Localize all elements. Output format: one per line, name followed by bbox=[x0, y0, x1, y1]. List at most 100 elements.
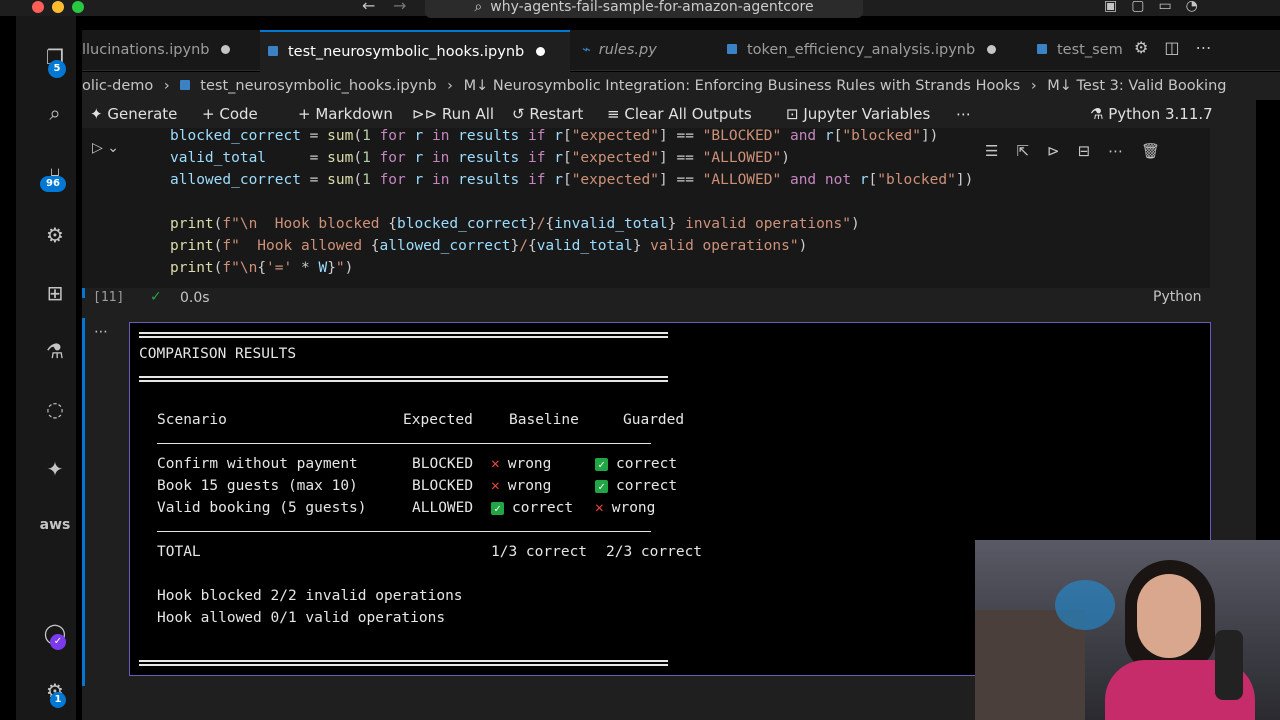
back-arrow-icon[interactable]: ← bbox=[362, 0, 375, 15]
execution-count: [11] bbox=[93, 290, 125, 305]
tab-test-neurosymbolic-hooks[interactable]: test_neurosymbolic_hooks.ipynb bbox=[260, 30, 570, 72]
testing-icon[interactable]: ⚗ bbox=[38, 336, 72, 366]
more-actions-icon[interactable]: ⋯ bbox=[956, 100, 971, 128]
rule-top-2 bbox=[139, 336, 668, 338]
cell-language[interactable]: Python bbox=[1153, 289, 1202, 305]
close-window-button[interactable] bbox=[32, 1, 44, 13]
tab-token-efficiency-analysis[interactable]: token_efficiency_analysis.ipynb bbox=[727, 30, 1017, 70]
run-debug-icon[interactable]: ⚙ bbox=[38, 220, 72, 250]
editor-actions-icons[interactable]: ⚙◫⋯ bbox=[1134, 38, 1227, 57]
settings-badge: 1 bbox=[50, 692, 66, 708]
tab-hallucinations[interactable]: llucinations.ipynb bbox=[82, 30, 247, 70]
check-box-icon: ✓ bbox=[491, 501, 504, 515]
tab-test-sem[interactable]: test_sem bbox=[1037, 30, 1127, 70]
cross-icon: ✕ bbox=[491, 456, 500, 472]
clear-all-outputs-button[interactable]: ≡ Clear All Outputs bbox=[607, 100, 752, 128]
tab-label: token_efficiency_analysis.ipynb bbox=[747, 42, 976, 58]
maximize-window-button[interactable] bbox=[72, 1, 84, 13]
summary-blocked: Hook blocked 2/2 invalid operations bbox=[157, 588, 463, 604]
generate-button[interactable]: ✦ Generate bbox=[90, 100, 177, 128]
total-baseline: 1/3 correct bbox=[491, 544, 588, 560]
forward-arrow-icon[interactable]: → bbox=[393, 0, 406, 15]
rule-bottom-1 bbox=[139, 660, 668, 662]
layout-icons[interactable]: ▣▢▭◔ bbox=[1104, 0, 1212, 14]
rule-title-1 bbox=[139, 376, 668, 378]
presenter-webcam-overlay bbox=[975, 540, 1280, 720]
output-more-icon[interactable]: ⋯ bbox=[94, 324, 108, 340]
accounts-badge: ✓ bbox=[50, 634, 66, 650]
variables-icon: ⊡ bbox=[786, 105, 799, 123]
blue-light bbox=[1055, 580, 1115, 630]
modified-dot-icon bbox=[221, 45, 231, 54]
code-line-3[interactable]: allowed_correct = sum(1 for r in results… bbox=[170, 172, 973, 188]
breadcrumb-file[interactable]: test_neurosymbolic_hooks.ipynb bbox=[200, 78, 436, 94]
code-line-6[interactable]: print(f" Hook allowed {allowed_correct}/… bbox=[170, 238, 807, 254]
run-all-icon: ⊳⊳ bbox=[412, 105, 438, 123]
remote-icon[interactable]: ◌ bbox=[38, 394, 72, 424]
row-2-baseline: ✕ wrong bbox=[491, 478, 552, 494]
row-1-baseline: ✕ wrong bbox=[491, 456, 552, 472]
row-3-expected: ALLOWED bbox=[412, 500, 474, 516]
breadcrumb: olic-demo › test_neurosymbolic_hooks.ipy… bbox=[82, 72, 1280, 100]
code-line-1[interactable]: blocked_correct = sum(1 for r in results… bbox=[170, 128, 938, 144]
command-center-search[interactable]: ⌕ why-agents-fail-sample-for-amazon-agent… bbox=[425, 0, 863, 18]
restart-button[interactable]: ↺ Restart bbox=[512, 100, 583, 128]
code-line-5[interactable]: print(f"\n Hook blocked {blocked_correct… bbox=[170, 216, 860, 232]
row-2-expected: BLOCKED bbox=[412, 478, 474, 494]
code-line-2[interactable]: valid_total = sum(1 for r in results if … bbox=[170, 150, 790, 166]
row-3-scenario: Valid booking (5 guests) bbox=[157, 500, 367, 516]
notebook-toolbar: ✦ Generate + Code + Markdown ⊳⊳ Run All … bbox=[82, 100, 1256, 128]
row-2-scenario: Book 15 guests (max 10) bbox=[157, 478, 358, 494]
extensions-icon[interactable]: ⊞ bbox=[38, 278, 72, 308]
markdown-icon: M↓ bbox=[1047, 78, 1072, 94]
source-control-badge: 96 bbox=[40, 176, 66, 192]
tab-rules-py[interactable]: ⌁ rules.py bbox=[582, 30, 702, 70]
add-markdown-button[interactable]: + Markdown bbox=[298, 100, 393, 128]
window-title: why-agents-fail-sample-for-amazon-agentc… bbox=[490, 0, 814, 15]
code-line-7[interactable]: print(f"\n{'=' * W}") bbox=[170, 260, 353, 276]
add-code-button[interactable]: + Code bbox=[202, 100, 258, 128]
modified-dot-icon bbox=[536, 47, 546, 56]
breadcrumb-subsection[interactable]: Test 3: Valid Booking bbox=[1077, 78, 1227, 94]
aws-icon[interactable]: aws bbox=[38, 510, 72, 540]
plus-icon: + bbox=[298, 105, 311, 123]
check-box-icon: ✓ bbox=[595, 479, 608, 493]
run-cell-icon[interactable]: ▷ ⌄ bbox=[92, 140, 119, 156]
rule-total bbox=[157, 531, 651, 532]
row-3-guarded: ✕ wrong bbox=[595, 500, 656, 516]
cross-icon: ✕ bbox=[491, 478, 500, 494]
breadcrumb-folder[interactable]: olic-demo bbox=[82, 78, 153, 94]
cross-icon: ✕ bbox=[595, 500, 604, 516]
search-icon[interactable]: ⌕ bbox=[38, 98, 72, 128]
rule-top-1 bbox=[139, 332, 668, 334]
tab-label: rules.py bbox=[598, 42, 657, 58]
notebook-icon bbox=[268, 46, 278, 56]
breadcrumb-section[interactable]: Neurosymbolic Integration: Enforcing Bus… bbox=[493, 78, 1020, 94]
sparkle-icon: ✦ bbox=[90, 105, 103, 123]
tab-bar: llucinations.ipynb test_neurosymbolic_ho… bbox=[82, 30, 1280, 72]
restart-icon: ↺ bbox=[512, 105, 525, 123]
plus-icon: + bbox=[202, 105, 215, 123]
kernel-picker[interactable]: ⚗ Python 3.11.7 bbox=[1090, 100, 1213, 128]
tab-label: llucinations.ipynb bbox=[82, 42, 210, 58]
title-bar: ← → ⌕ why-agents-fail-sample-for-amazon-a… bbox=[0, 0, 1280, 18]
tab-label: test_neurosymbolic_hooks.ipynb bbox=[288, 44, 525, 60]
kiro-icon[interactable]: ✦ bbox=[38, 454, 72, 484]
notebook-icon bbox=[180, 80, 191, 90]
summary-allowed: Hook allowed 0/1 valid operations bbox=[157, 610, 446, 626]
row-1-guarded: ✓ correct bbox=[595, 456, 677, 472]
kernel-icon: ⚗ bbox=[1090, 105, 1104, 123]
explorer-badge: 5 bbox=[48, 60, 66, 78]
minimize-window-button[interactable] bbox=[52, 1, 64, 13]
shelf-left bbox=[975, 610, 1085, 720]
header-baseline: Baseline bbox=[509, 412, 579, 428]
row-3-baseline: ✓ correct bbox=[491, 500, 573, 516]
cell-toolbar-icons[interactable]: ☰⇱⊳⊟⋯🗑 bbox=[985, 142, 1178, 160]
run-all-button[interactable]: ⊳⊳ Run All bbox=[412, 100, 494, 128]
row-2-guarded: ✓ correct bbox=[595, 478, 677, 494]
rule-header bbox=[157, 443, 651, 444]
header-expected: Expected bbox=[403, 412, 473, 428]
notebook-icon bbox=[727, 44, 737, 54]
jupyter-variables-button[interactable]: ⊡ Jupyter Variables bbox=[786, 100, 930, 128]
modified-dot-icon bbox=[987, 45, 997, 54]
